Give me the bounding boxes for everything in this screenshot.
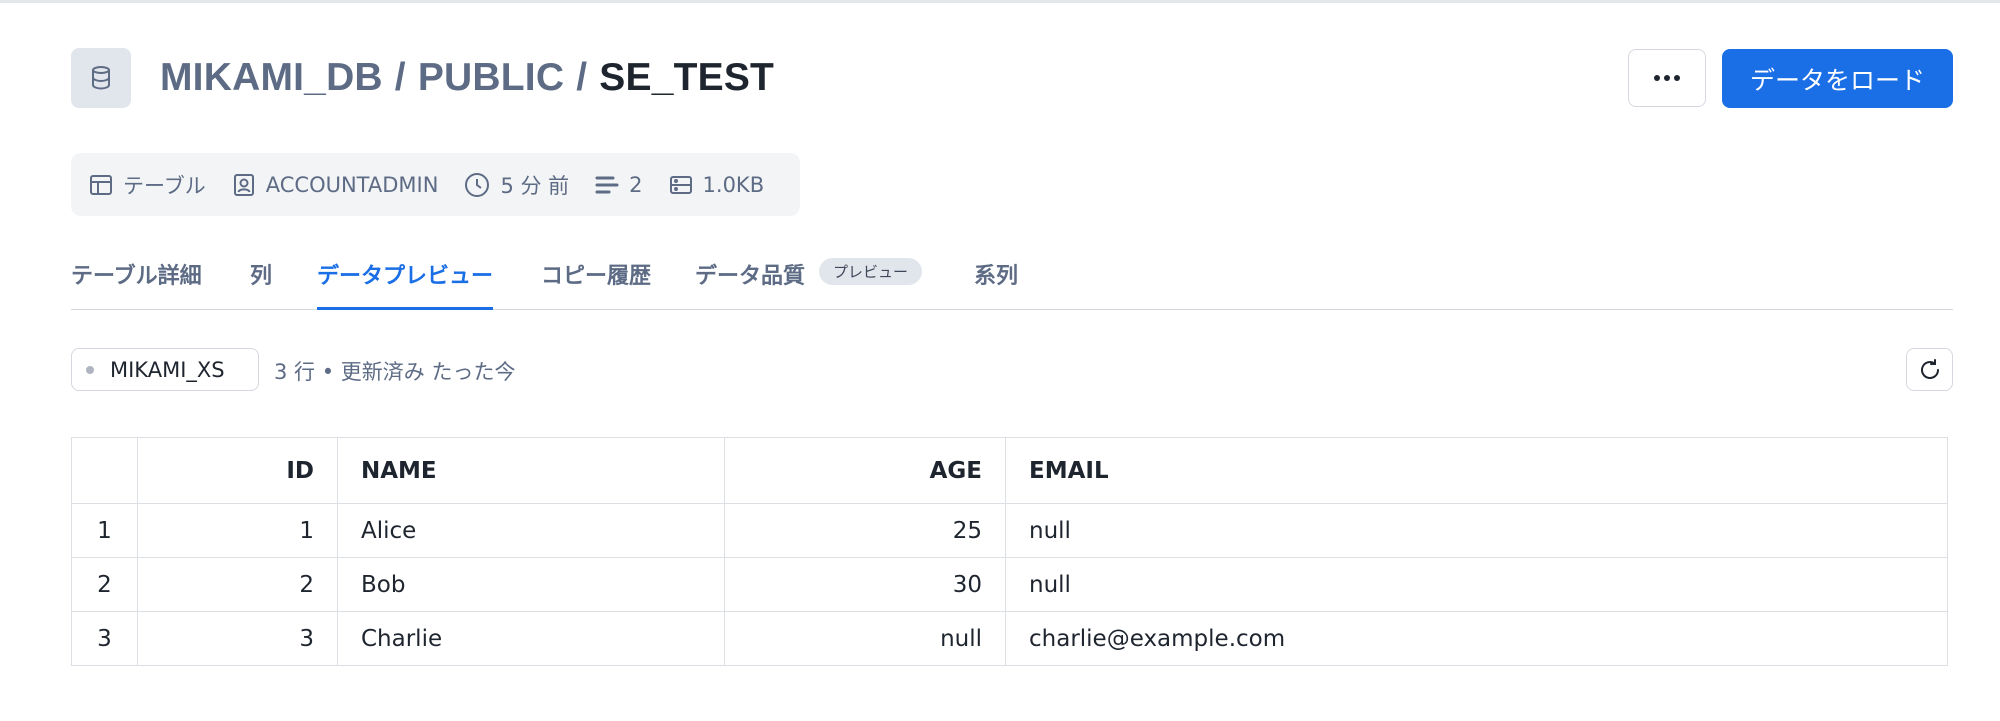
more-actions-button[interactable]	[1628, 49, 1706, 107]
meta-rows: 2	[595, 172, 643, 197]
cell-email[interactable]: null	[1005, 503, 1948, 558]
ellipsis-icon	[1654, 75, 1680, 81]
clock-icon	[465, 172, 490, 197]
warehouse-selector[interactable]: MIKAMI_XS	[71, 348, 259, 391]
column-header-rownum	[71, 437, 138, 504]
tab-columns[interactable]: 列	[250, 258, 272, 310]
cell-name[interactable]: Charlie	[337, 611, 725, 666]
table-meta-bar: テーブル ACCOUNTADMIN 5 分 前 2 1.0KB	[71, 153, 800, 216]
cell-id[interactable]: 3	[137, 611, 338, 666]
tab-data-quality[interactable]: データ品質 プレビュー	[695, 258, 923, 310]
cell-age[interactable]: null	[724, 611, 1006, 666]
cell-age[interactable]: 25	[724, 503, 1006, 558]
column-header-age[interactable]: AGE	[724, 437, 1006, 504]
user-icon	[233, 173, 254, 196]
meta-rows-label: 2	[629, 172, 643, 197]
breadcrumb-schema[interactable]: PUBLIC	[418, 56, 564, 100]
data-preview-table: ID NAME AGE EMAIL 1 1 Alice 25 null 2 2 …	[71, 437, 1948, 666]
breadcrumb: MIKAMI_DB / PUBLIC / SE_TEST	[160, 52, 774, 104]
cell-name[interactable]: Bob	[337, 557, 725, 612]
table-header-row: ID NAME AGE EMAIL	[71, 437, 1948, 504]
table-icon	[90, 174, 112, 195]
tab-data-quality-label: データ品質	[695, 264, 806, 289]
meta-type: テーブル	[89, 170, 206, 200]
top-divider	[0, 0, 2000, 3]
rows-icon	[595, 176, 619, 193]
tab-bar: テーブル詳細 列 データプレビュー コピー履歴 データ品質 プレビュー 系列	[71, 248, 1953, 310]
cell-age[interactable]: 30	[724, 557, 1006, 612]
meta-size: 1.0KB	[669, 172, 765, 197]
breadcrumb-table: SE_TEST	[599, 56, 775, 99]
refresh-button[interactable]	[1906, 348, 1953, 391]
meta-updated: 5 分 前	[464, 170, 569, 200]
row-count-status: 3 行 • 更新済み たった今	[274, 360, 516, 384]
tab-copy-history[interactable]: コピー履歴	[541, 258, 651, 310]
cell-id[interactable]: 1	[137, 503, 338, 558]
row-number: 3	[71, 611, 138, 666]
load-data-button[interactable]: データをロード	[1722, 49, 1953, 108]
preview-badge: プレビュー	[819, 258, 923, 285]
meta-updated-label: 5 分 前	[500, 173, 570, 198]
cell-email[interactable]: null	[1005, 557, 1948, 612]
meta-owner: ACCOUNTADMIN	[232, 172, 439, 197]
status-dot	[86, 365, 94, 374]
column-header-id[interactable]: ID	[137, 437, 338, 504]
cell-email[interactable]: charlie@example.com	[1005, 611, 1948, 666]
tab-table-details[interactable]: テーブル詳細	[71, 258, 202, 310]
column-header-name[interactable]: NAME	[337, 437, 725, 504]
warehouse-label: MIKAMI_XS	[110, 357, 225, 382]
row-number: 1	[71, 503, 138, 558]
cell-id[interactable]: 2	[137, 557, 338, 612]
table-row: 1 1 Alice 25 null	[71, 503, 1948, 558]
breadcrumb-separator: /	[576, 56, 588, 99]
tab-lineage[interactable]: 系列	[974, 258, 1018, 310]
storage-icon	[669, 175, 692, 194]
tab-data-preview[interactable]: データプレビュー	[317, 258, 494, 310]
row-number: 2	[71, 557, 138, 612]
breadcrumb-separator: /	[394, 56, 406, 99]
meta-owner-label: ACCOUNTADMIN	[265, 172, 439, 197]
cell-name[interactable]: Alice	[337, 503, 725, 558]
table-row: 2 2 Bob 30 null	[71, 557, 1948, 612]
database-icon	[71, 48, 131, 108]
column-header-email[interactable]: EMAIL	[1005, 437, 1948, 504]
meta-size-label: 1.0KB	[702, 172, 765, 197]
breadcrumb-database[interactable]: MIKAMI_DB	[160, 56, 383, 100]
refresh-icon	[1920, 358, 1939, 379]
table-row: 3 3 Charlie null charlie@example.com	[71, 611, 1948, 666]
meta-type-label: テーブル	[123, 173, 206, 198]
